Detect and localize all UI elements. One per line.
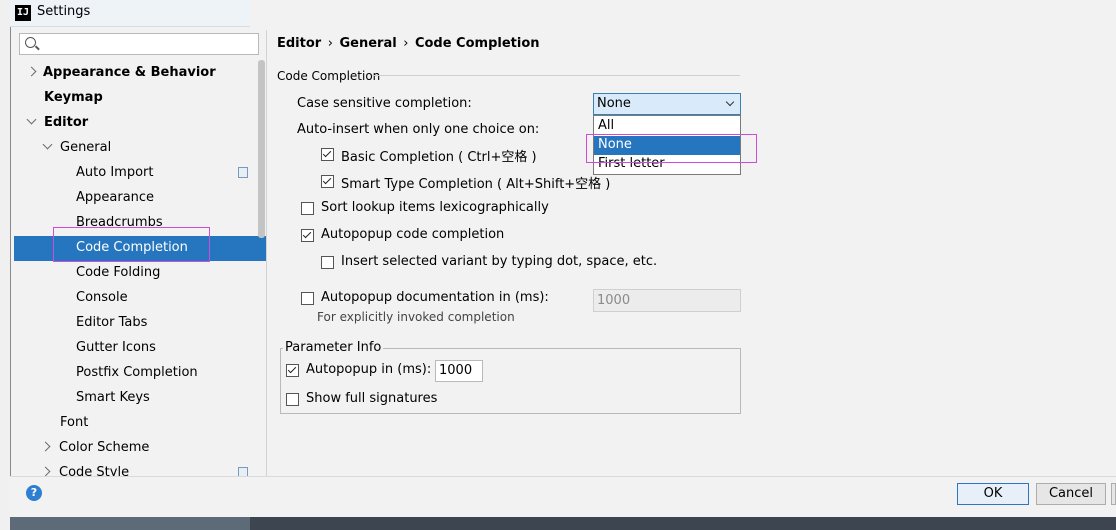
intellij-app-icon: IJ	[15, 5, 31, 21]
sidebar-scrollbar[interactable]	[258, 60, 265, 238]
sort-lookup-label[interactable]: Sort lookup items lexicographically	[321, 200, 549, 215]
annotation-highlight-box	[53, 227, 210, 262]
sidebar-item-label: Keymap	[44, 90, 103, 105]
breadcrumb: Editor › General › Code Completion	[277, 36, 540, 51]
sidebar-item-label: Gutter Icons	[76, 340, 156, 355]
parameter-autopopup-checkbox[interactable]	[286, 364, 299, 377]
breadcrumb-general: General	[339, 36, 397, 51]
autopopup-documentation-checkbox[interactable]	[301, 292, 314, 305]
annotation-highlight-box	[586, 134, 757, 163]
sidebar-item-keymap[interactable]: Keymap	[14, 86, 266, 111]
sidebar-item-code-style[interactable]: Code Style	[14, 461, 266, 476]
parameter-autopopup-input[interactable]: 1000	[435, 360, 483, 382]
sidebar-item-label: Font	[60, 415, 89, 430]
sidebar-item-editor-tabs[interactable]: Editor Tabs	[14, 311, 266, 336]
sidebar-item-smart-keys[interactable]: Smart Keys	[14, 386, 266, 411]
sidebar-item-label: Editor Tabs	[76, 315, 148, 330]
smart-type-completion-label[interactable]: Smart Type Completion ( Alt+Shift+空格 )	[341, 173, 610, 192]
sidebar-item-gutter-icons[interactable]: Gutter Icons	[14, 336, 266, 361]
chevron-right-icon[interactable]	[40, 466, 51, 476]
sidebar-item-appearance-behavior[interactable]: Appearance & Behavior	[14, 61, 266, 86]
search-icon	[25, 37, 36, 48]
project-settings-icon	[238, 167, 248, 178]
chevron-down-icon[interactable]	[725, 97, 735, 107]
cancel-button[interactable]: Cancel	[1036, 483, 1106, 505]
explicit-completion-hint: For explicitly invoked completion	[317, 310, 515, 324]
sidebar-item-color-scheme[interactable]: Color Scheme	[14, 436, 266, 461]
basic-completion-label[interactable]: Basic Completion ( Ctrl+空格 )	[341, 146, 537, 165]
parameter-info-title: Parameter Info	[283, 340, 384, 355]
breadcrumb-editor: Editor	[277, 36, 322, 51]
ok-button[interactable]: OK	[957, 483, 1029, 505]
help-icon[interactable]: ?	[26, 485, 42, 501]
parameter-autopopup-value: 1000	[439, 363, 473, 378]
sidebar-item-label: Appearance	[76, 190, 155, 205]
breadcrumb-code-completion: Code Completion	[414, 36, 540, 51]
chevron-right-icon[interactable]	[40, 441, 51, 452]
chevron-down-icon[interactable]	[26, 114, 37, 125]
sidebar-item-label: Editor	[44, 115, 89, 130]
sidebar-item-postfix-completion[interactable]: Postfix Completion	[14, 361, 266, 386]
section-divider	[372, 75, 740, 76]
dialog-footer	[10, 476, 1116, 517]
doc-field-value: 1000	[597, 293, 631, 308]
sidebar-item-auto-import[interactable]: Auto Import	[14, 161, 266, 186]
parameter-autopopup-label[interactable]: Autopopup in (ms):	[306, 362, 431, 377]
sidebar-item-font[interactable]: Font	[14, 411, 266, 436]
dropdown-selected-value: None	[597, 96, 631, 111]
autopopup-completion-label[interactable]: Autopopup code completion	[321, 227, 504, 242]
sidebar-item-label: Auto Import	[76, 165, 154, 180]
section-title: Code Completion	[277, 69, 381, 83]
show-full-signatures-checkbox[interactable]	[286, 393, 299, 406]
chevron-down-icon[interactable]	[42, 139, 53, 150]
settings-search-input[interactable]	[19, 33, 259, 55]
sort-lookup-checkbox[interactable]	[301, 202, 314, 215]
sidebar-item-code-folding[interactable]: Code Folding	[14, 261, 266, 286]
sidebar-item-general[interactable]: General	[14, 136, 266, 161]
autopopup-completion-checkbox[interactable]	[301, 229, 314, 242]
background-bottom-strip	[250, 516, 1116, 530]
apply-button-partial[interactable]	[1111, 483, 1116, 505]
show-full-signatures-label[interactable]: Show full signatures	[306, 391, 437, 406]
insert-selected-variant-checkbox[interactable]	[321, 256, 334, 269]
breadcrumb-separator: ›	[403, 36, 409, 51]
case-sensitive-dropdown[interactable]: None	[593, 93, 741, 115]
sidebar-item-label: Color Scheme	[59, 440, 150, 455]
sidebar-item-label: Code Style	[59, 465, 130, 476]
insert-selected-variant-label[interactable]: Insert selected variant by typing dot, s…	[341, 254, 657, 269]
basic-completion-checkbox[interactable]	[321, 148, 334, 161]
background-window-strip	[0, 0, 10, 530]
project-settings-icon	[238, 467, 248, 476]
window-title: Settings	[37, 4, 91, 19]
autopopup-documentation-input[interactable]: 1000	[593, 289, 741, 312]
sidebar-item-label: Appearance & Behavior	[43, 65, 216, 80]
smart-type-completion-checkbox[interactable]	[321, 175, 334, 188]
sidebar-item-label: Smart Keys	[76, 390, 150, 405]
sidebar-item-console[interactable]: Console	[14, 286, 266, 311]
sidebar-item-editor[interactable]: Editor	[14, 111, 266, 136]
autopopup-documentation-label[interactable]: Autopopup documentation in (ms):	[321, 290, 549, 305]
sidebar-item-label: General	[60, 140, 112, 155]
breadcrumb-separator: ›	[327, 36, 333, 51]
sidebar-item-appearance[interactable]: Appearance	[14, 186, 266, 211]
sidebar-item-label: Postfix Completion	[76, 365, 198, 380]
sidebar-item-label: Code Folding	[76, 265, 161, 280]
case-sensitive-label: Case sensitive completion:	[297, 96, 472, 111]
chevron-right-icon[interactable]	[26, 66, 37, 77]
auto-insert-label: Auto-insert when only one choice on:	[297, 122, 540, 137]
sidebar-item-label: Console	[76, 290, 128, 305]
